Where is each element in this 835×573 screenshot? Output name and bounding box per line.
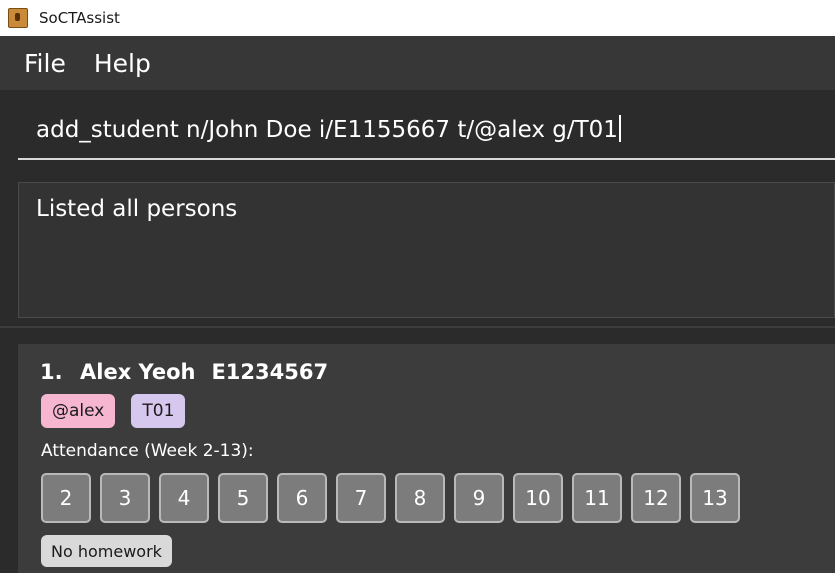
attendance-week[interactable]: 6 — [277, 473, 327, 523]
attendance-week[interactable]: 11 — [572, 473, 622, 523]
attendance-week[interactable]: 2 — [41, 473, 91, 523]
student-name: Alex Yeoh — [80, 360, 196, 384]
result-text: Listed all persons — [36, 196, 238, 222]
student-tags: @alex T01 — [41, 394, 201, 428]
attendance-week[interactable]: 13 — [690, 473, 740, 523]
attendance-week[interactable]: 3 — [100, 473, 150, 523]
menu-bar: File Help — [0, 36, 835, 90]
divider — [0, 326, 835, 328]
attendance-label: Attendance (Week 2-13): — [41, 441, 254, 461]
student-id: E1234567 — [211, 360, 329, 384]
result-display: Listed all persons — [18, 182, 835, 318]
attendance-week[interactable]: 8 — [395, 473, 445, 523]
app-icon — [8, 8, 28, 28]
student-header: 1. Alex Yeoh E1234567 — [40, 360, 328, 384]
window-title: SoCTAssist — [39, 9, 120, 27]
attendance-week[interactable]: 9 — [454, 473, 504, 523]
command-area: add_student n/John Doe i/E1155667 t/@ale… — [0, 90, 835, 170]
command-input-text: add_student n/John Doe i/E1155667 t/@ale… — [36, 117, 618, 143]
attendance-week[interactable]: 7 — [336, 473, 386, 523]
command-input[interactable]: add_student n/John Doe i/E1155667 t/@ale… — [18, 90, 835, 160]
group-tag: T01 — [131, 394, 186, 428]
student-card[interactable]: 1. Alex Yeoh E1234567 @alex T01 Attendance… — [18, 344, 835, 573]
attendance-week[interactable]: 5 — [218, 473, 268, 523]
attendance-week[interactable]: 4 — [159, 473, 209, 523]
homework-badge: No homework — [41, 535, 172, 567]
title-bar: SoCTAssist — [0, 0, 835, 36]
student-index: 1. — [40, 360, 63, 384]
attendance-weeks: 2 3 4 5 6 7 8 9 10 11 12 13 — [41, 473, 749, 523]
text-caret — [618, 115, 621, 142]
telegram-tag: @alex — [41, 394, 116, 428]
attendance-week[interactable]: 12 — [631, 473, 681, 523]
menu-file[interactable]: File — [24, 49, 66, 78]
menu-help[interactable]: Help — [94, 49, 151, 78]
attendance-week[interactable]: 10 — [513, 473, 563, 523]
